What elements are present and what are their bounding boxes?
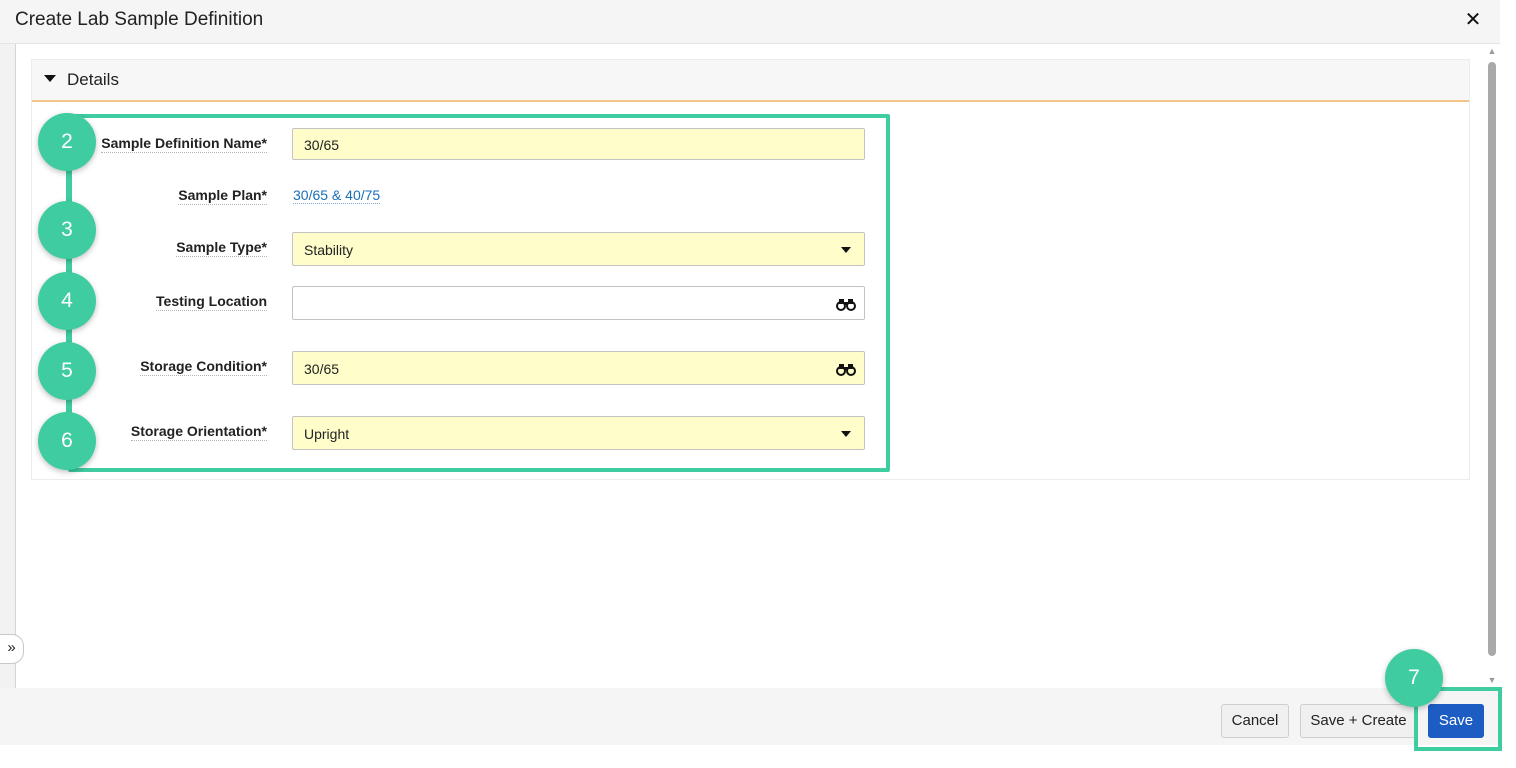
step-badge: 6: [38, 412, 96, 470]
scrollbar-thumb[interactable]: [1488, 62, 1496, 656]
caret-down-icon[interactable]: [44, 75, 56, 82]
dialog-titlebar: Create Lab Sample Definition ✕: [0, 0, 1500, 44]
step-badge: 3: [38, 201, 96, 259]
scroll-down-icon[interactable]: ▼: [1486, 675, 1498, 685]
fields-highlight-box: [68, 114, 890, 472]
save-create-button[interactable]: Save + Create: [1300, 704, 1417, 738]
dialog-title: Create Lab Sample Definition: [15, 9, 264, 30]
step-badge: 5: [38, 342, 96, 400]
details-section-header[interactable]: Details: [32, 60, 1469, 102]
expand-panel-icon[interactable]: »: [0, 634, 24, 664]
left-rail: [0, 44, 16, 688]
create-dialog: Create Lab Sample Definition ✕ » ▲ ▼ Det…: [0, 0, 1502, 751]
close-icon[interactable]: ✕: [1462, 8, 1484, 32]
step-badge: 2: [38, 113, 96, 171]
step-badge: 7: [1385, 649, 1443, 707]
cancel-button[interactable]: Cancel: [1221, 704, 1289, 738]
step-badge: 4: [38, 272, 96, 330]
scroll-up-icon[interactable]: ▲: [1486, 46, 1498, 56]
section-title: Details: [67, 70, 119, 89]
